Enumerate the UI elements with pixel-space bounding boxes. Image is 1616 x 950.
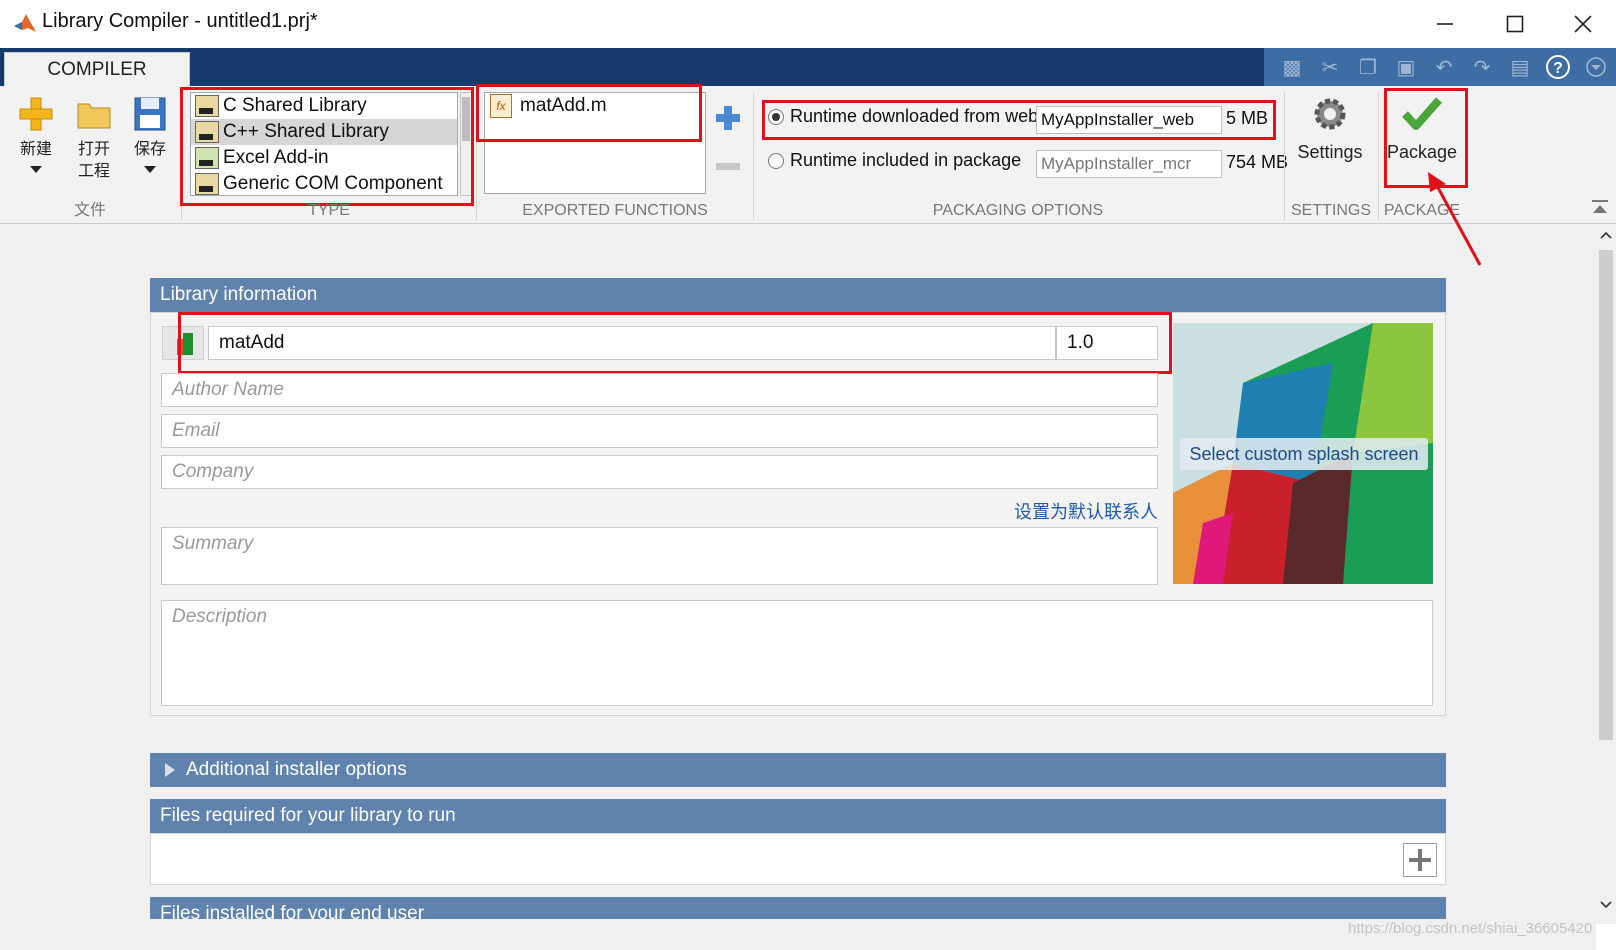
section-divider [1378, 92, 1379, 220]
paste-icon[interactable]: ▣ [1392, 53, 1420, 81]
section-label-type: TYPE [308, 202, 350, 219]
email-field[interactable]: Email [161, 414, 1158, 448]
add-function-button[interactable] [714, 104, 742, 132]
tab-compiler[interactable]: COMPILER [4, 52, 190, 86]
runtime-included-option[interactable]: Runtime included in package [768, 150, 1021, 171]
folder-icon [77, 103, 111, 129]
undo-icon[interactable]: ↶ [1430, 53, 1458, 81]
set-default-contact-link[interactable]: 设置为默认联系人 [960, 498, 1158, 524]
annotation-box-type [180, 87, 474, 206]
annotation-box-library-name [178, 312, 1172, 374]
add-file-button[interactable] [1403, 843, 1437, 877]
save-icon[interactable]: ▩ [1278, 53, 1306, 81]
minimize-icon [1437, 23, 1453, 25]
collapse-up-icon [1592, 200, 1608, 213]
cut-icon[interactable]: ✂ [1316, 53, 1344, 81]
included-installer-size: 754 MB [1226, 152, 1289, 172]
annotation-box-exported [476, 84, 702, 142]
remove-function-button[interactable] [714, 158, 742, 172]
section-divider [1284, 92, 1285, 220]
matlab-logo-icon [14, 14, 36, 32]
maximize-button[interactable] [1480, 0, 1550, 48]
help-icon[interactable]: ? [1544, 53, 1572, 81]
runtime-included-radio[interactable] [768, 152, 784, 169]
scroll-up-icon[interactable] [1599, 230, 1613, 240]
section-label-exported: EXPORTED FUNCTIONS [522, 202, 708, 219]
open-project-button[interactable]: 打开 工程 [70, 94, 118, 183]
annotation-box-runtime [762, 100, 1276, 140]
section-label-file: 文件 [73, 202, 106, 219]
company-field[interactable]: Company [161, 455, 1158, 489]
files-installed-header: Files installed for your end user [150, 897, 1446, 919]
minimize-button[interactable] [1410, 0, 1480, 48]
new-project-button[interactable]: 新建 [12, 94, 60, 179]
section-label-settings: SETTINGS [1290, 202, 1371, 219]
main-scrollbar-thumb[interactable] [1599, 250, 1613, 740]
collapse-toolstrip-button[interactable] [1590, 198, 1610, 216]
watermark-text: https://blog.csdn.net/shiai_36605420 [1348, 920, 1593, 937]
window-title: Library Compiler - untitled1.prj* [42, 10, 318, 32]
plus-icon [1409, 849, 1431, 871]
annotation-arrow [1428, 172, 1482, 266]
scroll-down-icon[interactable] [1599, 900, 1613, 910]
chevron-down-icon [144, 166, 156, 173]
gear-icon [1314, 98, 1346, 130]
quick-access-toolbar: ▩ ✂ ❐ ▣ ↶ ↷ ▤ ? [1264, 48, 1616, 86]
section-label-packaging: PACKAGING OPTIONS [932, 202, 1104, 219]
new-plus-icon [19, 97, 53, 131]
close-icon [1574, 15, 1592, 33]
author-name-field[interactable]: Author Name [161, 373, 1158, 407]
summary-field[interactable]: Summary [161, 527, 1158, 585]
expand-arrow-icon [165, 763, 175, 777]
title-bar: Library Compiler - untitled1.prj* [0, 0, 1616, 48]
select-splash-screen-label[interactable]: Select custom splash screen [1180, 438, 1428, 470]
window-layout-icon[interactable]: ▤ [1506, 53, 1534, 81]
settings-button[interactable]: Settings [1292, 94, 1368, 163]
svg-text:?: ? [1553, 60, 1563, 77]
minus-icon [716, 163, 740, 170]
files-required-panel [150, 833, 1446, 885]
library-information-header: Library information [150, 278, 1446, 312]
close-button[interactable] [1548, 0, 1616, 48]
redo-icon[interactable]: ↷ [1468, 53, 1496, 81]
files-required-header: Files required for your library to run [150, 799, 1446, 833]
description-field[interactable]: Description [161, 600, 1433, 706]
included-installer-name-input[interactable]: MyAppInstaller_mcr [1036, 150, 1222, 178]
chevron-down-icon [30, 166, 42, 173]
copy-icon[interactable]: ❐ [1354, 53, 1382, 81]
maximize-icon [1506, 15, 1524, 33]
additional-installer-options-header[interactable]: Additional installer options [150, 753, 1446, 787]
dropdown-icon[interactable] [1582, 53, 1610, 81]
plus-icon [716, 106, 740, 130]
save-project-button[interactable]: 保存 [126, 94, 174, 179]
floppy-save-icon [134, 97, 166, 131]
